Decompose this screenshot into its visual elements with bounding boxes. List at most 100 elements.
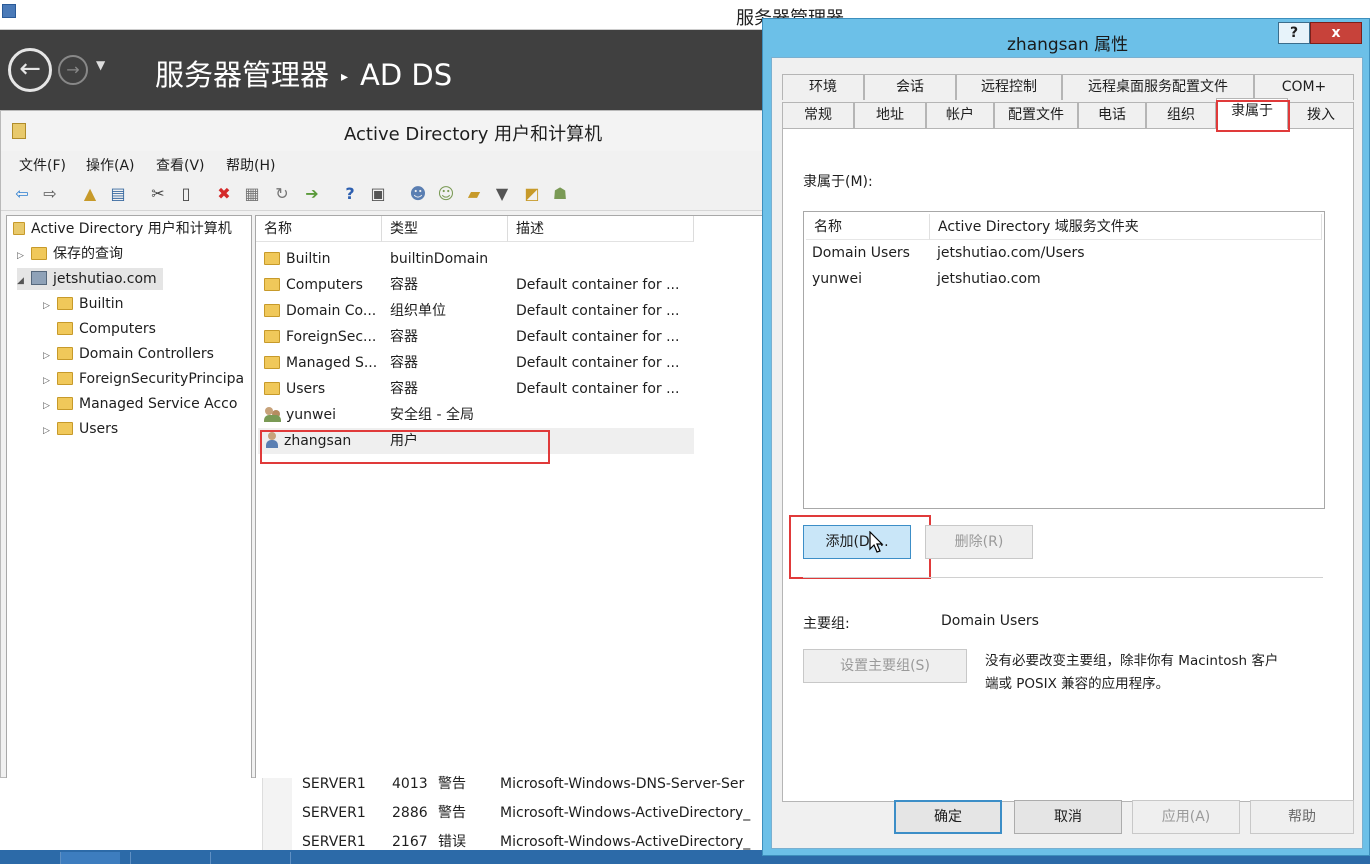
up-folder-icon[interactable]: ▲ xyxy=(81,185,99,203)
add-to-group-icon[interactable]: ☗ xyxy=(551,185,569,203)
delete-icon[interactable]: ✖ xyxy=(215,185,233,203)
filter-icon[interactable]: ▼ xyxy=(493,185,511,203)
taskbar-button[interactable] xyxy=(210,852,270,864)
remove-button[interactable]: 删除(R) xyxy=(925,525,1033,559)
cut-icon[interactable]: ✂ xyxy=(149,185,167,203)
menu-view[interactable]: 查看(V) xyxy=(156,155,205,175)
title-help-button[interactable]: ? xyxy=(1278,22,1310,44)
expand-icon[interactable]: ▷ xyxy=(43,395,57,417)
ok-button[interactable]: 确定 xyxy=(894,800,1002,834)
export-icon[interactable]: ➔ xyxy=(303,185,321,203)
taskbar-button[interactable] xyxy=(60,852,120,864)
apply-button[interactable]: 应用(A) xyxy=(1132,800,1240,834)
add-button[interactable]: 添加(D)... xyxy=(803,525,911,559)
tab-member-of[interactable]: 隶属于 xyxy=(1216,98,1288,129)
tab-sessions[interactable]: 会话 xyxy=(864,74,956,100)
tree-item-domain[interactable]: ◢ jetshutiao.com xyxy=(17,268,163,290)
tree-item-label: Managed Service Acco xyxy=(79,396,238,412)
tab-profile[interactable]: 配置文件 xyxy=(994,102,1078,128)
tree-item-users[interactable]: ▷ Users xyxy=(43,418,118,440)
breadcrumb-root[interactable]: 服务器管理器 xyxy=(155,58,329,92)
folder-icon xyxy=(31,247,47,260)
tab-remote-control[interactable]: 远程控制 xyxy=(956,74,1062,100)
taskbar-button[interactable] xyxy=(130,852,190,864)
cancel-button[interactable]: 取消 xyxy=(1014,800,1122,834)
back-icon[interactable]: ⇦ xyxy=(13,185,31,203)
taskbar-button[interactable] xyxy=(290,852,350,864)
properties-dialog: zhangsan 属性 ? x 环境 会话 远程控制 远程桌面服务配置文件 CO… xyxy=(762,18,1370,856)
properties-icon[interactable]: ▦ xyxy=(243,185,261,203)
help-button[interactable]: 帮助 xyxy=(1250,800,1354,834)
tree-root-label: Active Directory 用户和计算机 xyxy=(31,221,232,237)
column-header-name[interactable]: 名称 xyxy=(806,214,930,240)
list-item[interactable]: Domain Users jetshutiao.com/Users xyxy=(812,240,1085,266)
close-button[interactable]: x xyxy=(1310,22,1362,44)
new-user-icon[interactable]: ☻ xyxy=(409,185,427,203)
forward-icon[interactable]: ⇨ xyxy=(41,185,59,203)
folder-icon xyxy=(264,278,280,291)
tree-root[interactable]: Active Directory 用户和计算机 xyxy=(13,218,232,240)
tab-account[interactable]: 帐户 xyxy=(926,102,994,128)
menu-action[interactable]: 操作(A) xyxy=(86,155,135,175)
menu-file[interactable]: 文件(F) xyxy=(19,155,66,175)
forward-arrow-icon[interactable]: → xyxy=(58,55,88,85)
tree-item-saved-queries[interactable]: ▷ 保存的查询 xyxy=(17,243,123,265)
column-header-type[interactable]: 类型 xyxy=(382,216,508,242)
back-arrow-icon[interactable]: ← xyxy=(8,48,52,92)
list-item[interactable]: yunwei 安全组 - 全局 xyxy=(258,402,694,428)
tab-general[interactable]: 常规 xyxy=(782,102,854,128)
list-item[interactable]: Users 容器 Default container for ... xyxy=(258,376,694,402)
find-icon[interactable]: ◩ xyxy=(523,185,541,203)
expand-icon[interactable]: ▷ xyxy=(43,370,57,392)
member-of-label: 隶属于(M): xyxy=(803,174,873,190)
folder-icon xyxy=(57,372,73,385)
domain-icon xyxy=(31,271,47,285)
list-item[interactable]: Managed S... 容器 Default container for ..… xyxy=(258,350,694,376)
show-tree-icon[interactable]: ▤ xyxy=(109,185,127,203)
group-icon xyxy=(264,406,282,422)
set-primary-group-button[interactable]: 设置主要组(S) xyxy=(803,649,967,683)
member-of-panel: 隶属于(M): 名称 Active Directory 域服务文件夹 Domai… xyxy=(782,128,1354,802)
folder-icon xyxy=(57,422,73,435)
toolbar: ⇦ ⇨ ▲ ▤ ✂ ▯ ✖ ▦ ↻ ➔ ? ▣ ☻ ☺ ▰ ▼ ◩ ☗ xyxy=(1,179,769,211)
list-item[interactable]: yunwei jetshutiao.com xyxy=(812,266,1041,292)
console-icon[interactable]: ▣ xyxy=(369,185,387,203)
tab-telephones[interactable]: 电话 xyxy=(1078,102,1146,128)
tree-item-managed-service[interactable]: ▷ Managed Service Acco xyxy=(43,393,237,415)
expand-icon[interactable]: ▷ xyxy=(43,345,57,367)
tree-item-foreign-security[interactable]: ▷ ForeignSecurityPrincipa xyxy=(43,368,244,390)
folder-icon xyxy=(264,252,280,265)
ad-root-icon xyxy=(13,222,25,235)
column-header-description[interactable]: 描述 xyxy=(508,216,694,242)
clipboard-icon[interactable]: ▯ xyxy=(177,185,195,203)
expand-icon[interactable]: ▷ xyxy=(43,295,57,317)
expand-icon[interactable]: ▷ xyxy=(17,245,31,267)
folder-icon xyxy=(57,297,73,310)
tab-environment[interactable]: 环境 xyxy=(782,74,864,100)
new-ou-icon[interactable]: ▰ xyxy=(465,185,483,203)
breadcrumb-current[interactable]: AD DS xyxy=(360,58,452,92)
tab-address[interactable]: 地址 xyxy=(854,102,926,128)
list-item-selected[interactable]: zhangsan 用户 xyxy=(258,428,694,454)
new-group-icon[interactable]: ☺ xyxy=(437,185,455,203)
column-header-name[interactable]: 名称 xyxy=(256,216,382,242)
expand-icon[interactable]: ▷ xyxy=(43,420,57,442)
tab-rds-profile[interactable]: 远程桌面服务配置文件 xyxy=(1062,74,1254,100)
help-icon[interactable]: ? xyxy=(341,185,359,203)
history-dropdown-icon[interactable]: ▼ xyxy=(96,58,105,72)
refresh-icon[interactable]: ↻ xyxy=(273,185,291,203)
tab-com-plus[interactable]: COM+ xyxy=(1254,74,1354,100)
tree-item-builtin[interactable]: ▷ Builtin xyxy=(43,293,124,315)
list-item[interactable]: Computers 容器 Default container for ... xyxy=(258,272,694,298)
member-of-list[interactable]: 名称 Active Directory 域服务文件夹 Domain Users … xyxy=(803,211,1325,509)
collapse-icon[interactable]: ◢ xyxy=(17,270,31,292)
tree-item-computers[interactable]: Computers xyxy=(43,318,156,340)
menu-help[interactable]: 帮助(H) xyxy=(226,155,275,175)
tab-dial-in[interactable]: 拨入 xyxy=(1288,102,1354,128)
tab-organization[interactable]: 组织 xyxy=(1146,102,1216,128)
list-item[interactable]: ForeignSec... 容器 Default container for .… xyxy=(258,324,694,350)
tree-item-domain-controllers[interactable]: ▷ Domain Controllers xyxy=(43,343,214,365)
list-item[interactable]: Builtin builtinDomain xyxy=(258,246,694,272)
list-item[interactable]: Domain Co... 组织单位 Default container for … xyxy=(258,298,694,324)
column-header-folder[interactable]: Active Directory 域服务文件夹 xyxy=(930,214,1322,240)
